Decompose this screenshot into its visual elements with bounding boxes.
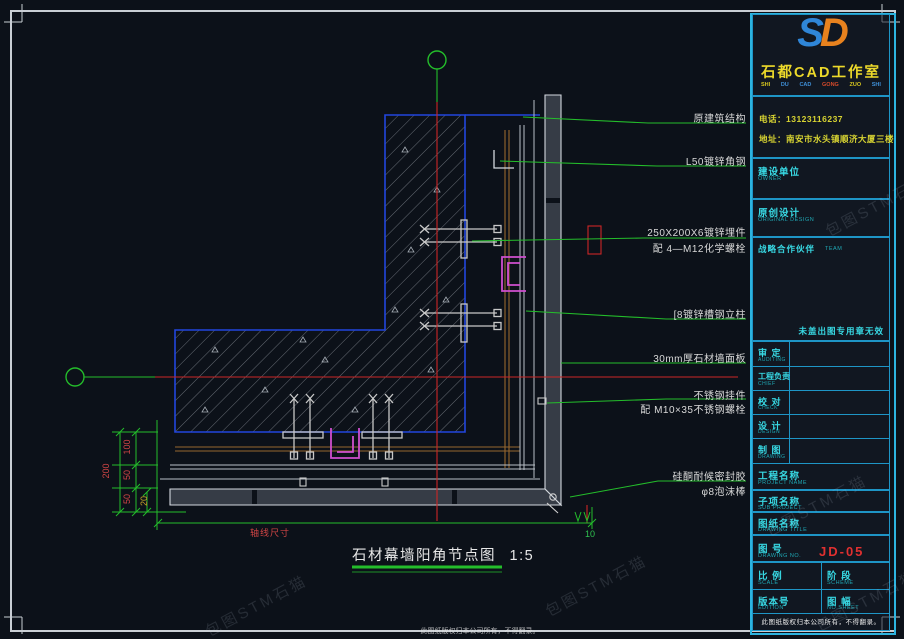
angle-steel-L50 [494, 150, 514, 168]
sign-row-check: 校 对 CHECK [752, 390, 890, 415]
sheet-cell: 图 幅 NO.SHEET [821, 589, 890, 614]
drawing-title-row: 图纸名称 DRAWING TITLE [752, 512, 890, 535]
owner-box: 建设单位 OWNER [752, 158, 890, 199]
dimension-lines [112, 420, 596, 530]
phone-line: 电话：13123116237 [759, 113, 843, 125]
sign-row-drawing: 制 图 DRAWING [752, 438, 890, 464]
partner-box: 战略合作伙伴 TEAM 未盖出图专用章无效 [752, 237, 890, 341]
drawing-title-scale: 1:5 [510, 548, 535, 564]
axis-dimension-label: 轴线尺寸 [250, 526, 290, 539]
dim-offset-20: 20 [139, 486, 149, 516]
project-name-row: 工程名称 PROJECT NAME [752, 463, 890, 490]
dim-seg-100: 100 [122, 432, 132, 462]
cad-sheet: 原建筑结构 L50镀锌角钢 250X200X6镀锌埋件 配 4—M12化学螺栓 … [0, 0, 904, 639]
callout-embed-plate: 250X200X6镀锌埋件 [556, 224, 746, 239]
callout-angle-steel: L50镀锌角钢 [556, 153, 746, 168]
dim-seg-50b: 50 [122, 484, 132, 514]
callout-chemical-bolts: 配 4—M12化学螺栓 [556, 240, 746, 255]
callout-stainless-bolts: 配 M10×35不锈钢螺栓 [556, 401, 746, 416]
scale-cell: 比 例 SCALE [752, 562, 822, 590]
callout-stainless-hanger: 不锈钢挂件 [556, 387, 746, 402]
sign-row-design: 设 计 DESIGN [752, 414, 890, 439]
studio-name-pinyin: SHI DU CAD GONG ZUO SHI [761, 82, 881, 88]
callout-original-structure: 原建筑结构 [556, 110, 746, 125]
address-line: 地址：南安市水头镇顺济大厦三楼 [759, 133, 894, 145]
drawing-title: 石材幕墙阳角节点图 1:5 [352, 544, 534, 565]
drawing-number-row: 图 号 DRAWING NO. JD-05 [752, 535, 890, 562]
copyright-text: 此图纸版权归本公司所有，不得翻录。 [752, 616, 890, 626]
drawing-number-value: JD-05 [819, 544, 864, 559]
concrete-structure [175, 115, 465, 432]
design-box: 原创设计 ORIGINAL DESIGN [752, 199, 890, 237]
sign-row-chief: 工程负责 CHIEF [752, 366, 890, 391]
contact-box: 电话：13123116237 地址：南安市水头镇顺济大厦三楼 [752, 96, 890, 158]
callout-sealant: 硅酮耐候密封胶 [556, 468, 746, 483]
scheme-cell: 阶 段 SCHEME [821, 562, 890, 590]
studio-logo: SD [753, 11, 889, 55]
sub-project-row: 子项名称 SUB PROJECT [752, 490, 890, 512]
callout-stone-panel: 30mm厚石材墙面板 [556, 350, 746, 365]
studio-name: 石都CAD工作室 [753, 61, 889, 82]
callout-channel-column: [8镀锌槽钢立柱 [556, 306, 746, 321]
logo-letter-s: S [797, 11, 820, 55]
sign-row-auditing: 审 定 AUDITING [752, 341, 890, 367]
dim-total-200: 200 [101, 456, 111, 486]
seal-note: 未盖出图专用章无效 [798, 325, 884, 337]
callout-foam-rod: φ8泡沫棒 [556, 483, 746, 498]
logo-letter-d: D [820, 11, 845, 55]
edition-cell: 版本号 EDITION [752, 589, 822, 614]
footer-note: 此图纸版权归本公司所有，不得翻录。 [320, 626, 640, 636]
dim-corner-gap-10: 10 [578, 529, 602, 539]
stone-panel-horizontal [170, 489, 561, 505]
logo-box: SD 石都CAD工作室 SHI DU CAD GONG ZUO SHI [752, 14, 890, 96]
drawing-title-name: 石材幕墙阳角节点图 [352, 548, 496, 564]
